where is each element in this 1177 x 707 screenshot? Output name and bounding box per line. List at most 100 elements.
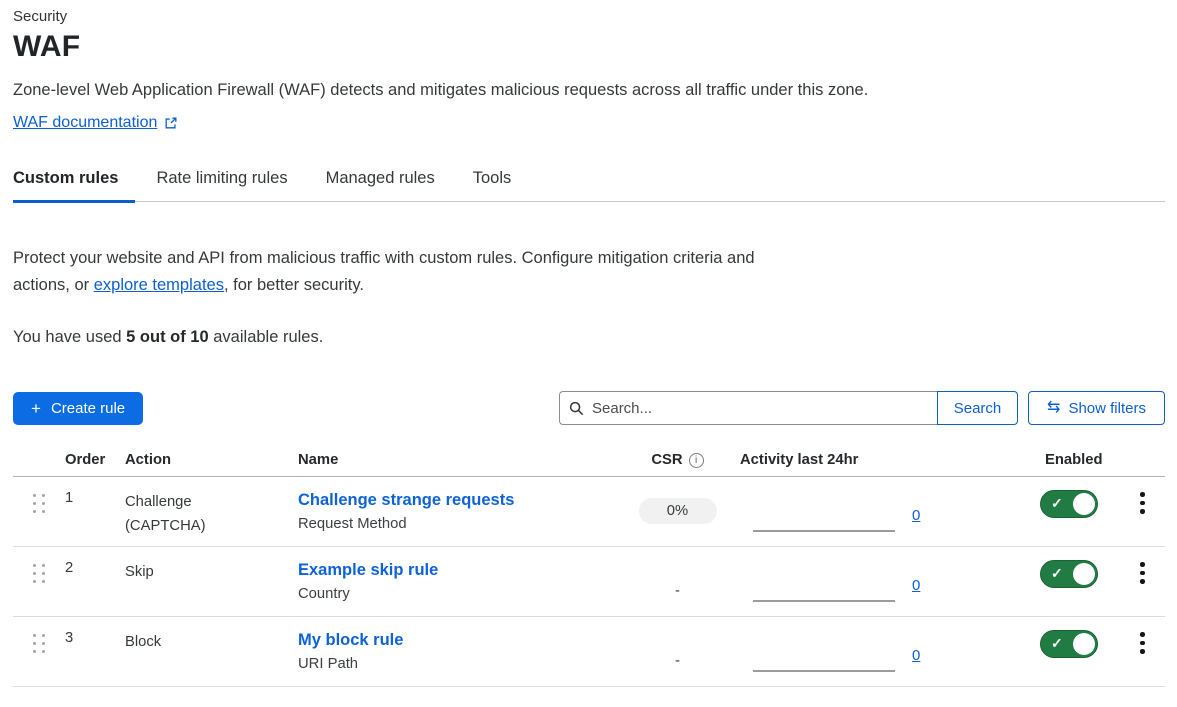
enabled-toggle[interactable]: ✓ xyxy=(1040,630,1098,658)
table-row: 2 Skip Example skip rule Country - 0 ✓ xyxy=(13,547,1165,617)
row-spacer xyxy=(940,547,1040,560)
search-group: Search xyxy=(559,391,1018,425)
create-rule-button[interactable]: + Create rule xyxy=(13,392,143,425)
rule-action: Challenge (CAPTCHA) xyxy=(125,477,298,538)
rule-enabled-cell: ✓ xyxy=(1040,547,1120,588)
rule-csr: - xyxy=(625,547,730,599)
rule-csr: - xyxy=(625,617,730,669)
rule-menu-cell xyxy=(1120,477,1165,516)
rule-name-link[interactable]: Challenge strange requests xyxy=(298,490,625,510)
rule-menu-cell xyxy=(1120,617,1165,656)
rule-field: Country xyxy=(298,586,625,602)
activity-sparkline xyxy=(753,600,895,602)
rule-activity: 0 xyxy=(730,547,940,616)
rule-csr: 0% xyxy=(625,477,730,524)
kebab-menu-icon[interactable] xyxy=(1134,490,1151,516)
activity-count-link[interactable]: 0 xyxy=(912,578,920,593)
search-icon xyxy=(569,401,584,416)
drag-handle[interactable] xyxy=(13,617,65,657)
activity-count-link[interactable]: 0 xyxy=(912,648,920,663)
intro-after: , for better security. xyxy=(224,276,364,294)
csr-badge: 0% xyxy=(639,498,717,524)
rule-name-cell: Example skip rule Country xyxy=(298,547,625,602)
tab-bar: Custom rules Rate limiting rules Managed… xyxy=(13,169,1165,202)
table-header-row: Order Action Name CSR i Activity last 24… xyxy=(13,452,1165,477)
waf-documentation-label: WAF documentation xyxy=(13,114,157,132)
enabled-toggle[interactable]: ✓ xyxy=(1040,560,1098,588)
row-spacer xyxy=(940,617,1040,630)
rule-menu-cell xyxy=(1120,547,1165,586)
column-header-name: Name xyxy=(298,452,625,468)
tab-rate-limiting-rules[interactable]: Rate limiting rules xyxy=(156,169,304,201)
show-filters-button[interactable]: ⇆ Show filters xyxy=(1028,391,1165,425)
rule-field: Request Method xyxy=(298,516,625,532)
swap-arrows-icon: ⇆ xyxy=(1047,400,1060,416)
rule-activity: 0 xyxy=(730,617,940,686)
toolbar-right: Search ⇆ Show filters xyxy=(559,391,1165,425)
column-header-action: Action xyxy=(125,452,298,468)
csr-value: - xyxy=(675,583,680,599)
page-description: Zone-level Web Application Firewall (WAF… xyxy=(13,81,1165,100)
drag-handle[interactable] xyxy=(13,547,65,587)
column-header-enabled: Enabled xyxy=(1040,452,1120,468)
info-icon[interactable]: i xyxy=(689,453,704,468)
drag-handle-icon xyxy=(29,630,49,657)
rule-order: 3 xyxy=(65,617,125,646)
breadcrumb: Security xyxy=(13,0,1165,25)
check-icon: ✓ xyxy=(1051,635,1063,652)
activity-sparkline xyxy=(753,530,895,532)
rule-action: Skip xyxy=(125,547,298,584)
activity-sparkline xyxy=(753,670,895,672)
explore-templates-link[interactable]: explore templates xyxy=(94,276,224,294)
drag-handle-icon xyxy=(29,490,49,517)
drag-handle[interactable] xyxy=(13,477,65,517)
toggle-knob xyxy=(1073,633,1095,655)
toolbar: + Create rule Search ⇆ Show filters xyxy=(13,391,1165,425)
search-input-wrap xyxy=(559,391,937,425)
search-button[interactable]: Search xyxy=(937,391,1018,425)
column-header-order: Order xyxy=(65,452,125,468)
row-spacer xyxy=(940,477,1040,490)
rule-name-link[interactable]: My block rule xyxy=(298,630,625,650)
create-rule-label: Create rule xyxy=(51,400,125,417)
enabled-toggle[interactable]: ✓ xyxy=(1040,490,1098,518)
activity-count-link[interactable]: 0 xyxy=(912,508,920,523)
tab-custom-rules[interactable]: Custom rules xyxy=(13,169,135,201)
show-filters-label: Show filters xyxy=(1068,400,1146,417)
rule-name-link[interactable]: Example skip rule xyxy=(298,560,625,580)
tab-tools[interactable]: Tools xyxy=(473,169,529,201)
intro-text: Protect your website and API from malici… xyxy=(13,245,758,299)
kebab-menu-icon[interactable] xyxy=(1134,630,1151,656)
rule-activity: 0 xyxy=(730,477,940,546)
rule-action: Block xyxy=(125,617,298,654)
table-row: 3 Block My block rule URI Path - 0 ✓ xyxy=(13,617,1165,687)
check-icon: ✓ xyxy=(1051,495,1063,512)
rules-table: Order Action Name CSR i Activity last 24… xyxy=(13,452,1165,687)
rule-field: URI Path xyxy=(298,656,625,672)
csr-header-label: CSR xyxy=(651,452,682,468)
usage-text: You have used 5 out of 10 available rule… xyxy=(13,328,1165,347)
column-header-activity: Activity last 24hr xyxy=(730,452,940,468)
usage-after: available rules. xyxy=(209,328,324,346)
external-link-icon xyxy=(164,116,178,130)
kebab-menu-icon[interactable] xyxy=(1134,560,1151,586)
rule-name-cell: My block rule URI Path xyxy=(298,617,625,672)
waf-documentation-link[interactable]: WAF documentation xyxy=(13,114,178,132)
plus-icon: + xyxy=(31,400,41,417)
drag-handle-icon xyxy=(29,560,49,587)
table-row: 1 Challenge (CAPTCHA) Challenge strange … xyxy=(13,477,1165,547)
rule-order: 2 xyxy=(65,547,125,576)
waf-page: Security WAF Zone-level Web Application … xyxy=(13,0,1165,687)
search-input[interactable] xyxy=(559,391,937,425)
toggle-knob xyxy=(1073,493,1095,515)
rule-enabled-cell: ✓ xyxy=(1040,617,1120,658)
rule-order: 1 xyxy=(65,477,125,506)
rule-enabled-cell: ✓ xyxy=(1040,477,1120,518)
toggle-knob xyxy=(1073,563,1095,585)
page-title: WAF xyxy=(13,30,1165,64)
tab-managed-rules[interactable]: Managed rules xyxy=(326,169,452,201)
csr-value: - xyxy=(675,653,680,669)
usage-before: You have used xyxy=(13,328,126,346)
usage-count: 5 out of 10 xyxy=(126,328,209,346)
column-header-csr: CSR i xyxy=(625,452,730,468)
